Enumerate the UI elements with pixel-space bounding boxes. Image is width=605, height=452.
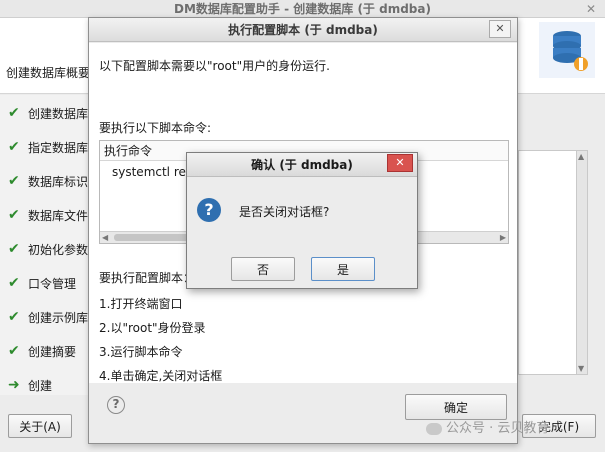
step-item: ✔ 数据库文件 [8, 205, 88, 225]
step-item: ✔ 数据库标识 [8, 171, 88, 191]
check-icon: ✔ [8, 207, 20, 223]
step-item: ➜ 创建 [8, 375, 52, 395]
step-label: 数据库文件 [28, 208, 89, 223]
scroll-right-icon[interactable]: ▶ [500, 232, 506, 244]
help-icon[interactable]: ? [107, 396, 125, 414]
check-icon: ✔ [8, 105, 20, 121]
database-config-logo-icon [539, 22, 595, 78]
close-icon[interactable]: ✕ [489, 20, 511, 38]
watermark-text: 公众号 · 云贝教育 [446, 421, 550, 436]
dialog-title-bar: 执行配置脚本 (于 dmdba) ✕ [89, 18, 517, 42]
check-icon: ✔ [8, 275, 20, 291]
confirm-message: 是否关闭对话框? [239, 205, 330, 219]
step-item: ✔ 指定数据库 [8, 137, 88, 157]
step-item: ✔ 创建摘要 [8, 341, 76, 361]
instruction-step: 1.打开终端窗口 [99, 297, 183, 311]
main-vertical-scrollbar[interactable]: ▲ ▼ [576, 150, 588, 375]
main-window-title-bar: DM数据库配置助手 - 创建数据库 (于 dmdba) ✕ [0, 0, 605, 18]
confirm-title: 确认 (于 dmdba) [251, 158, 353, 172]
confirm-title-bar: 确认 (于 dmdba) ✕ [187, 153, 417, 177]
check-icon: ✔ [8, 139, 20, 155]
instruction-step: 2.以"root"身份登录 [99, 321, 206, 335]
about-button[interactable]: 关于(A) [8, 414, 72, 438]
main-window-close-icon[interactable]: ✕ [581, 1, 601, 17]
question-icon: ? [197, 198, 221, 222]
close-icon[interactable]: ✕ [387, 154, 413, 172]
steps-sidebar: ✔ 创建数据库 ✔ 指定数据库 ✔ 数据库标识 ✔ 数据库文件 ✔ 初始化参数 ✔ 口令管理… [0, 95, 90, 395]
no-button[interactable]: 否 [231, 257, 295, 281]
instruction-step: 3.运行脚本命令 [99, 345, 183, 359]
step-label: 创建示例库 [28, 310, 89, 325]
main-window-title: DM数据库配置助手 - 创建数据库 (于 dmdba) [174, 2, 431, 16]
step-label: 指定数据库 [28, 140, 89, 155]
step-label: 创建数据库 [28, 106, 89, 121]
page-title: 创建数据库概要 [6, 66, 91, 80]
step-item: ✔ 口令管理 [8, 273, 76, 293]
step-label: 口令管理 [28, 276, 77, 291]
yes-button[interactable]: 是 [311, 257, 375, 281]
check-icon: ✔ [8, 343, 20, 359]
watermark: 公众号 · 云贝教育 [426, 417, 549, 436]
scroll-up-icon[interactable]: ▲ [578, 152, 584, 161]
intro-text: 以下配置脚本需要以"root"用户的身份运行. [99, 59, 330, 73]
confirm-dialog: 确认 (于 dmdba) ✕ ? 是否关闭对话框? 否 是 [186, 152, 418, 289]
step-label: 创建摘要 [28, 344, 77, 359]
wechat-icon [426, 422, 442, 435]
commands-label: 要执行以下脚本命令: [99, 121, 212, 135]
check-icon: ✔ [8, 241, 20, 257]
step-item: ✔ 初始化参数 [8, 239, 88, 259]
step-item: ✔ 创建数据库 [8, 103, 88, 123]
step-label: 创建 [28, 378, 53, 393]
step-label: 初始化参数 [28, 242, 89, 257]
check-icon: ✔ [8, 309, 20, 325]
check-icon: ✔ [8, 173, 20, 189]
instruction-step: 4.单击确定,关闭对话框 [99, 369, 223, 383]
main-content-panel [518, 150, 578, 375]
step-label: 数据库标识 [28, 174, 89, 189]
scroll-left-icon[interactable]: ◀ [102, 232, 108, 244]
step-item: ✔ 创建示例库 [8, 307, 88, 327]
scroll-down-icon[interactable]: ▼ [578, 364, 584, 373]
steps-label: 要执行配置脚本： [99, 271, 196, 285]
dialog-title: 执行配置脚本 (于 dmdba) [228, 23, 378, 37]
arrow-icon: ➜ [8, 377, 20, 393]
